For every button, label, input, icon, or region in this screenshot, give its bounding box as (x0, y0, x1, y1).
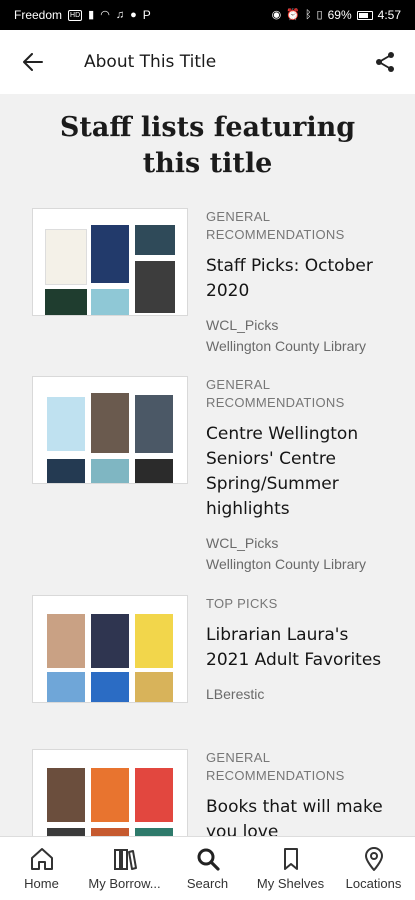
messenger-icon: ● (130, 8, 137, 21)
book-cover (91, 828, 129, 836)
nav-label: My Borrow... (88, 876, 161, 891)
book-cover (91, 459, 129, 483)
book-cover (135, 828, 173, 836)
status-letter: P (142, 8, 151, 22)
search-icon (197, 848, 220, 871)
back-button[interactable] (0, 30, 66, 94)
content-area[interactable]: Staff lists featuring this title General… (0, 94, 415, 836)
eye-icon: ◉ (271, 8, 282, 21)
carrier-name: Freedom (14, 8, 63, 22)
list-cover-collage[interactable] (32, 376, 188, 484)
book-cover (91, 289, 129, 315)
hd-badge: HD (68, 9, 83, 21)
home-icon (30, 848, 53, 870)
list-category: Top Picks (206, 596, 278, 611)
signal-icon: ▮ (88, 8, 95, 21)
list-library: Wellington County Library (206, 556, 367, 572)
nav-label: Locations (345, 876, 402, 891)
book-cover (91, 768, 129, 822)
list-title[interactable]: Librarian Laura's 2021 Adult Favorites (206, 623, 396, 673)
app-bar: About This Title (0, 30, 415, 94)
nav-home[interactable]: Home (0, 837, 83, 900)
nav-label: Home (24, 876, 59, 891)
book-cover (135, 614, 173, 668)
list-cover-collage[interactable] (32, 749, 188, 836)
clock: 4:57 (377, 8, 401, 22)
alarm-icon: ⏰ (286, 8, 300, 21)
book-cover (135, 395, 173, 453)
book-cover (91, 614, 129, 668)
bookmark-icon (283, 848, 298, 870)
section-heading: Staff lists featuring this title (59, 112, 356, 179)
book-cover (45, 229, 87, 285)
nav-my-borrowing[interactable]: My Borrow... (83, 837, 166, 900)
book-cover (91, 393, 129, 453)
list-author: WCL_Picks (206, 317, 279, 333)
book-cover (91, 225, 129, 283)
book-cover (47, 459, 85, 483)
music-icon: ♫ (115, 8, 125, 21)
book-cover (47, 397, 85, 451)
battery-percent: 69% (327, 8, 352, 22)
book-cover (47, 672, 85, 702)
books-icon (113, 849, 137, 870)
book-cover (47, 828, 85, 836)
bluetooth-icon: ᛒ (304, 8, 312, 21)
list-title[interactable]: Staff Picks: October 2020 (206, 254, 396, 304)
list-category: General Recommendations (206, 209, 345, 242)
list-title[interactable]: Books that will make you love (206, 795, 396, 836)
book-cover (135, 261, 175, 313)
list-author: LBerestic (206, 686, 265, 702)
list-cover-collage[interactable] (32, 208, 188, 316)
list-author: WCL_Picks (206, 535, 279, 551)
book-cover (135, 672, 173, 702)
vibrate-icon: ▯ (316, 8, 323, 21)
book-cover (45, 289, 87, 315)
book-cover (135, 768, 173, 822)
arrow-left-icon (23, 53, 43, 71)
share-icon (376, 52, 394, 72)
location-pin-icon (364, 847, 383, 871)
status-bar: Freedom HD ▮ ◠ ♫ ● P ◉ ⏰ ᛒ ▯ 69% 4:57 (0, 0, 415, 30)
battery-icon (356, 10, 373, 20)
book-cover (47, 768, 85, 822)
list-category: General Recommendations (206, 750, 345, 783)
list-library: Wellington County Library (206, 338, 367, 354)
nav-locations[interactable]: Locations (332, 837, 415, 900)
nav-label: My Shelves (256, 876, 325, 891)
book-cover (135, 225, 175, 255)
nav-search[interactable]: Search (166, 837, 249, 900)
page-title: About This Title (84, 52, 217, 72)
book-cover (47, 614, 85, 668)
list-category: General Recommendations (206, 377, 345, 410)
list-cover-collage[interactable] (32, 595, 188, 703)
nav-label: Search (186, 876, 229, 891)
book-cover (91, 672, 129, 702)
share-button[interactable] (355, 30, 415, 94)
nav-my-shelves[interactable]: My Shelves (249, 837, 332, 900)
book-cover (135, 459, 173, 483)
list-title[interactable]: Centre Wellington Seniors' Centre Spring… (206, 422, 396, 522)
wifi-icon: ◠ (100, 8, 110, 21)
bottom-navigation: Home My Borrow... Search My Shelves Loca… (0, 836, 415, 900)
